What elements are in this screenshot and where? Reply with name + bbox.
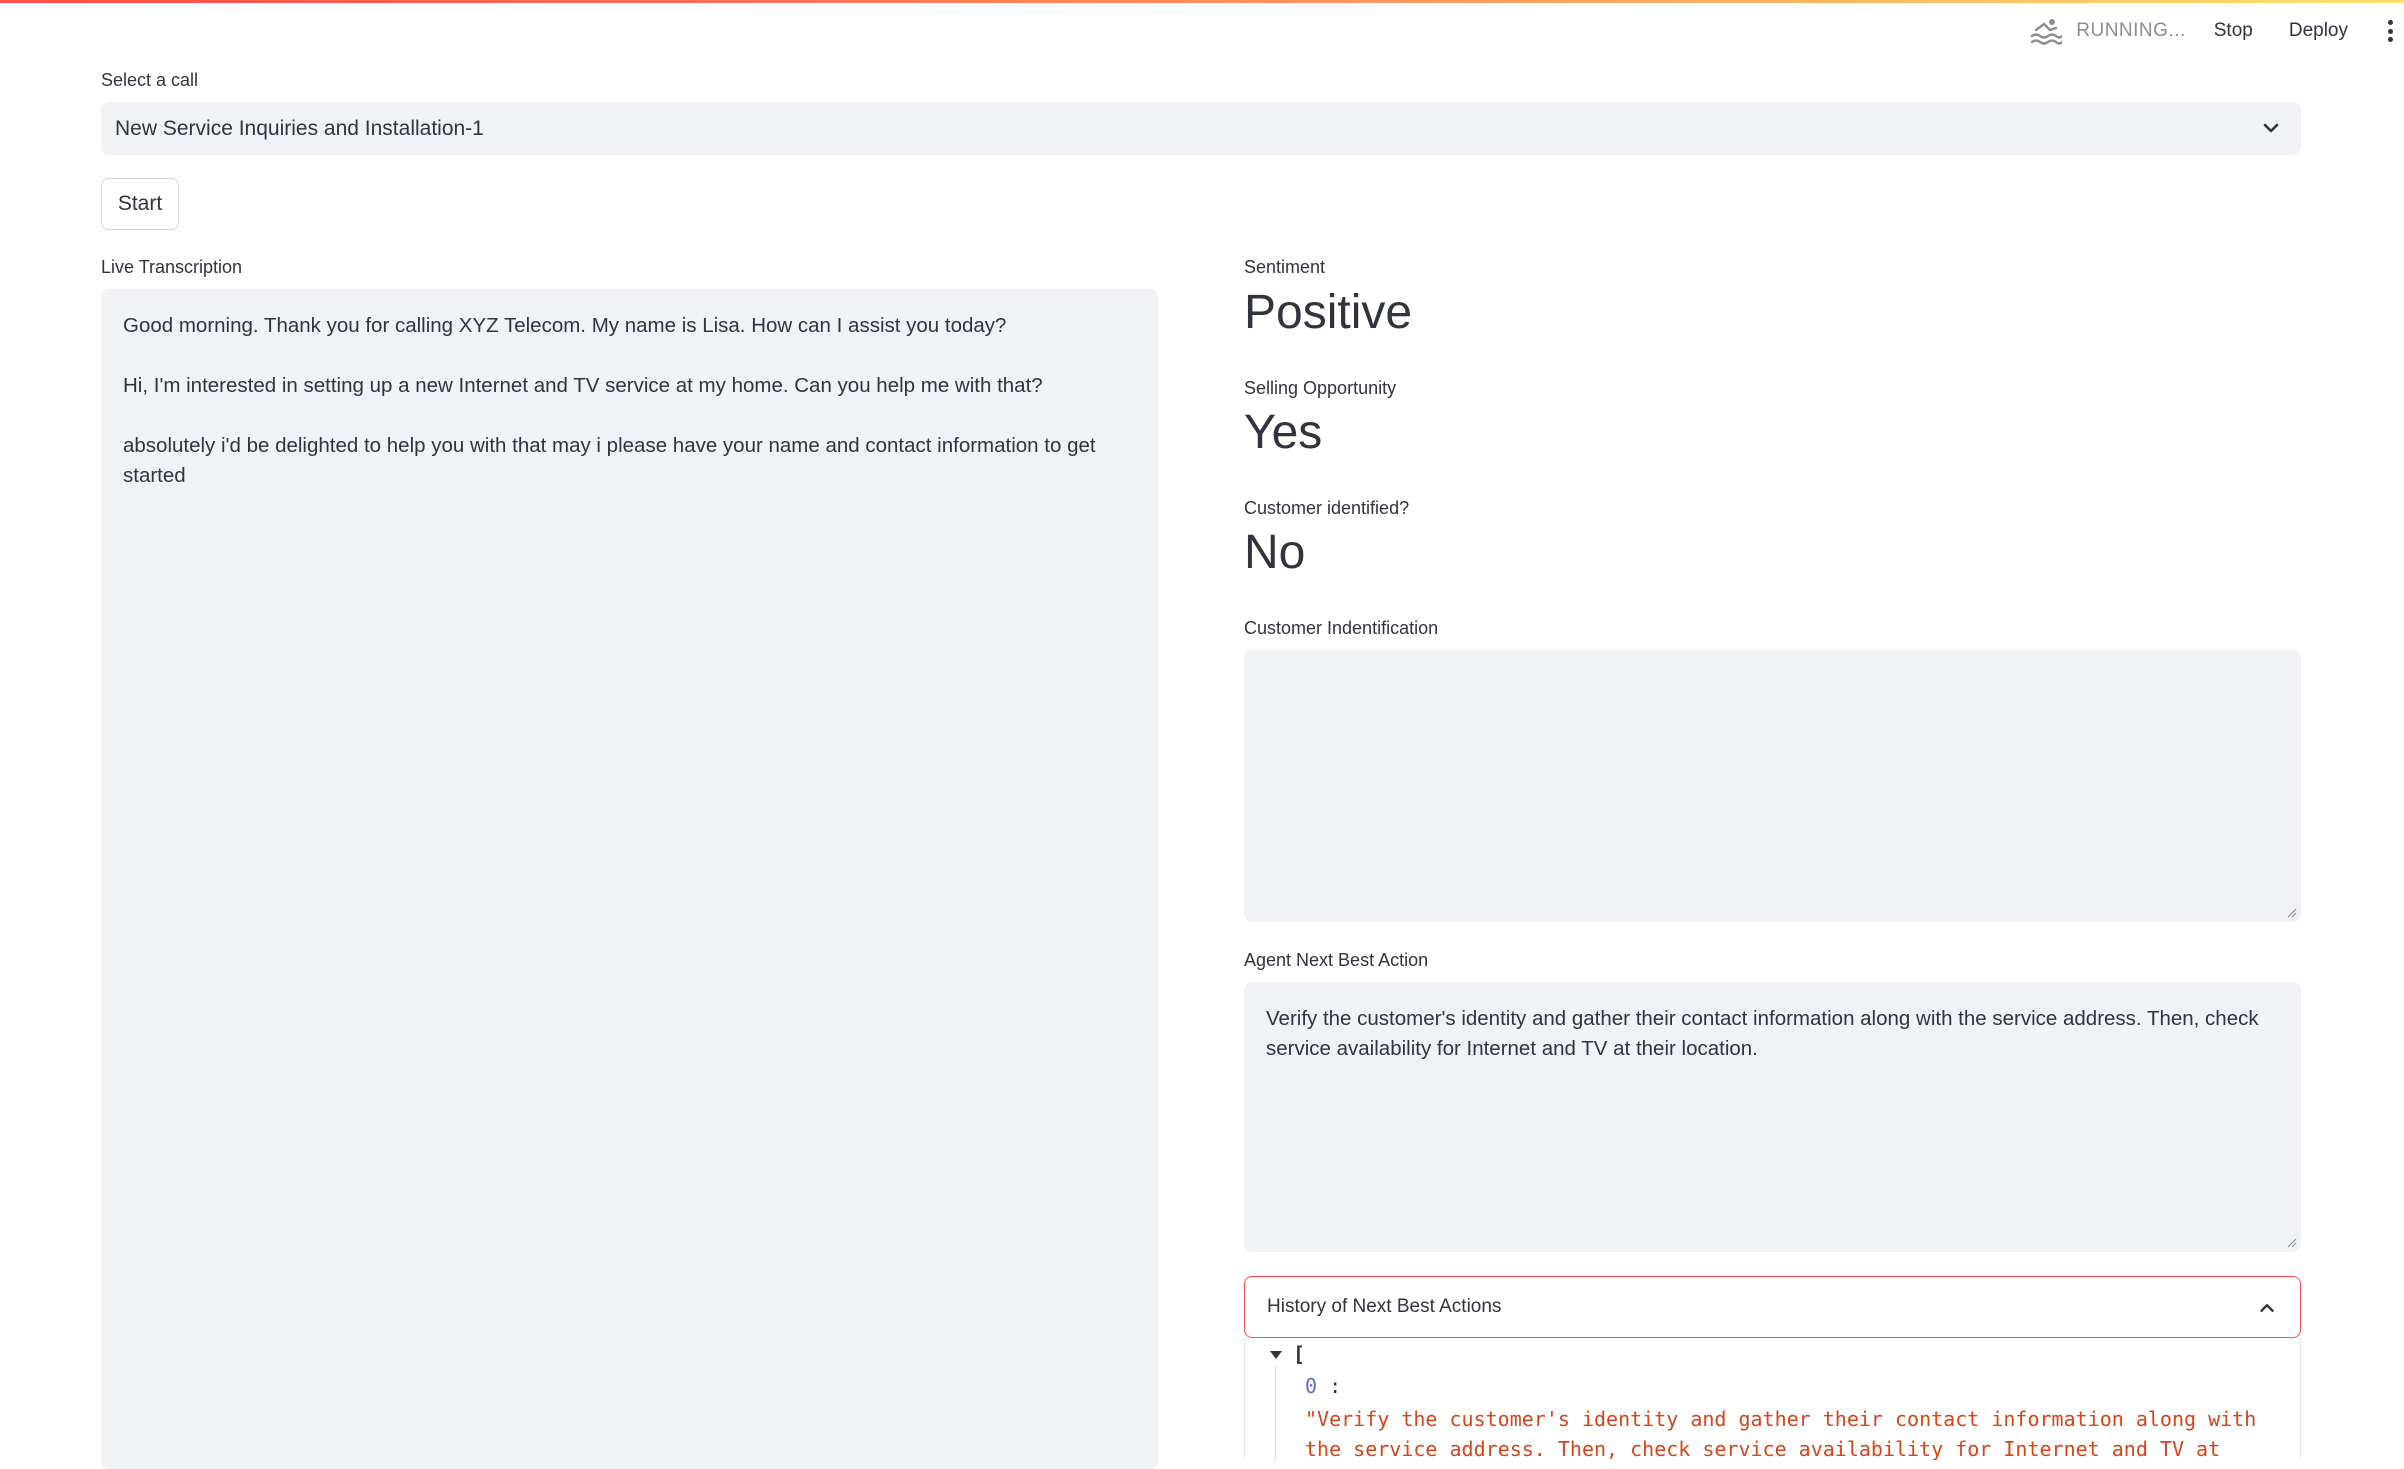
json-string-value: "Verify the customer's identity and gath…: [1305, 1407, 2257, 1460]
json-index-value: 0: [1305, 1374, 1318, 1398]
customer-identification-label: Customer Indentification: [1244, 618, 1439, 638]
top-decoration-bar: [0, 0, 2404, 3]
next-best-action-label: Agent Next Best Action: [1244, 950, 1429, 970]
history-json-view: [ 0 : "Verify the customer's identity an…: [1244, 1338, 2301, 1460]
running-status: RUNNING...: [2030, 16, 2186, 46]
chevron-down-icon: [2263, 123, 2279, 133]
customer-identification-textarea[interactable]: [1244, 650, 2301, 922]
sentiment-label: Sentiment: [1244, 257, 1326, 277]
chevron-up-icon: [2260, 1304, 2274, 1312]
select-call-dropdown[interactable]: New Service Inquiries and Installation-1: [101, 102, 2301, 155]
swimmer-icon: [2031, 19, 2063, 45]
customer-identified-value: No: [1244, 526, 1306, 579]
select-call-value: New Service Inquiries and Installation-1: [115, 116, 484, 140]
selling-opportunity-label: Selling Opportunity: [1244, 378, 1397, 398]
resize-grip-icon[interactable]: [2285, 906, 2297, 918]
deploy-button[interactable]: Deploy: [2289, 20, 2348, 42]
transcript-line: Hi, I'm interested in setting up a new I…: [123, 374, 1043, 397]
next-best-action-value: Verify the customer's identity and gathe…: [1266, 1007, 2259, 1060]
stop-button[interactable]: Stop: [2214, 20, 2253, 42]
transcript-line: absolutely i'd be delighted to help you …: [123, 434, 1096, 487]
customer-identified-label: Customer identified?: [1244, 498, 1410, 518]
selling-opportunity-value: Yes: [1244, 406, 1323, 459]
json-indent-guide: [1275, 1366, 1276, 1460]
json-open-bracket: [: [1293, 1342, 1306, 1366]
running-status-text: RUNNING...: [2076, 20, 2186, 41]
resize-grip-icon[interactable]: [2285, 1236, 2297, 1248]
json-index: 0 :: [1305, 1374, 1342, 1398]
live-transcription-area[interactable]: Good morning. Thank you for calling XYZ …: [101, 289, 1158, 1469]
toolbar: RUNNING... Stop Deploy: [2030, 14, 2404, 48]
sentiment-value: Positive: [1244, 286, 1413, 339]
caret-down-icon[interactable]: [1269, 1350, 1283, 1360]
kebab-menu-icon[interactable]: [2384, 16, 2396, 46]
select-call-label: Select a call: [101, 70, 199, 90]
next-best-action-textarea[interactable]: Verify the customer's identity and gathe…: [1244, 982, 2301, 1252]
history-expander-label: History of Next Best Actions: [1267, 1296, 1502, 1317]
history-expander-header[interactable]: History of Next Best Actions: [1244, 1276, 2301, 1338]
transcript-line: Good morning. Thank you for calling XYZ …: [123, 314, 1007, 337]
live-transcription-label: Live Transcription: [101, 257, 243, 277]
start-button[interactable]: Start: [101, 178, 179, 230]
